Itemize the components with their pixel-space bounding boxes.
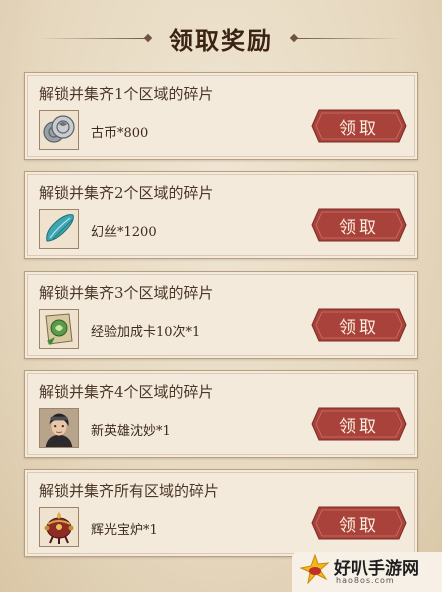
header-divider-right [293, 37, 403, 39]
page-title: 领取奖励 [169, 25, 273, 55]
treasure-furnace-icon [39, 507, 79, 547]
reward-item: 幻丝*1200 [91, 225, 157, 240]
coin-icon [39, 110, 79, 150]
reward-condition: 解锁并集齐1个区域的碎片 [39, 85, 214, 103]
reward-card: 解锁并集齐2个区域的碎片 幻丝*1200 领取 [24, 171, 418, 259]
reward-card: 解锁并集齐4个区域的碎片 新英雄沈妙*1 领取 [24, 370, 418, 458]
reward-item: 新英雄沈妙*1 [91, 424, 171, 439]
claim-button-label: 领取 [339, 217, 379, 238]
site-watermark: 好叭手游网 hao8os.com [292, 552, 442, 592]
claim-button-label: 领取 [339, 416, 379, 437]
reward-condition: 解锁并集齐所有区域的碎片 [39, 482, 220, 500]
reward-card: 解锁并集齐所有区域的碎片 辉光宝炉*1 领取 [24, 469, 418, 557]
reward-condition: 解锁并集齐3个区域的碎片 [39, 284, 214, 302]
claim-button-label: 领取 [339, 118, 379, 139]
header: 领取奖励 [0, 14, 442, 62]
header-divider-left [39, 37, 149, 39]
watermark-domain: hao8os.com [336, 576, 395, 585]
reward-condition: 解锁并集齐4个区域的碎片 [39, 383, 214, 401]
claim-button[interactable]: 领取 [311, 308, 407, 342]
reward-item: 辉光宝炉*1 [91, 523, 158, 538]
watermark-logo-icon [298, 553, 332, 591]
reward-item: 经验加成卡10次*1 [91, 325, 201, 340]
exp-card-icon [39, 309, 79, 349]
reward-item: 古币*800 [91, 126, 149, 141]
reward-card: 解锁并集齐3个区域的碎片 经验加成卡10次*1 领取 [24, 271, 418, 359]
claim-button[interactable]: 领取 [311, 407, 407, 441]
silk-icon [39, 209, 79, 249]
claim-button[interactable]: 领取 [311, 506, 407, 540]
claim-button[interactable]: 领取 [311, 109, 407, 143]
reward-condition: 解锁并集齐2个区域的碎片 [39, 184, 214, 202]
claim-button[interactable]: 领取 [311, 208, 407, 242]
reward-card: 解锁并集齐1个区域的碎片 古币*800 领取 [24, 72, 418, 160]
hero-portrait-icon [39, 408, 79, 448]
claim-button-label: 领取 [339, 317, 379, 338]
claim-button-label: 领取 [339, 515, 379, 536]
